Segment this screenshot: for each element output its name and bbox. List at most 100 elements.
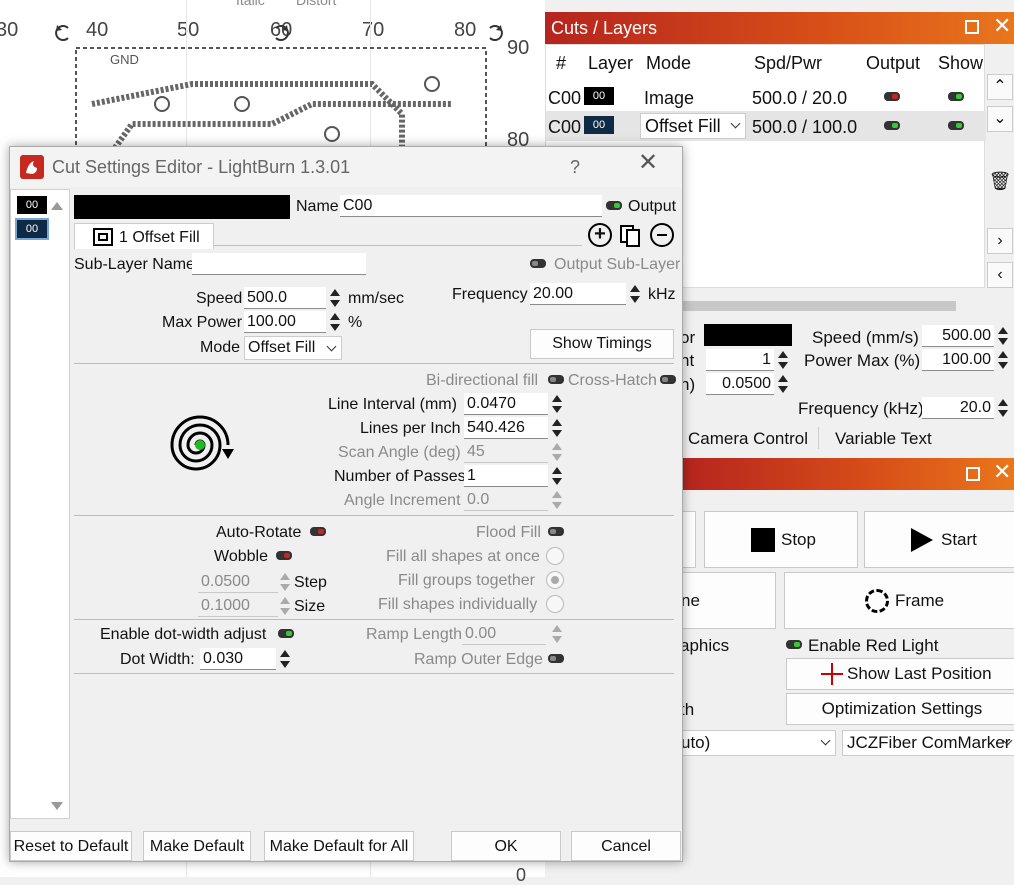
fill-individually-radio[interactable] [546, 595, 564, 613]
move-up-button[interactable]: ⌃ [987, 74, 1013, 100]
rotate-left-icon[interactable] [52, 22, 72, 44]
pass-count-field[interactable]: 1 [706, 349, 774, 371]
line-interval-field[interactable]: 0.0470 [464, 393, 548, 415]
row-show-toggle[interactable] [948, 121, 964, 130]
close-icon[interactable]: ✕ [993, 461, 1011, 483]
start-button[interactable]: Start [864, 511, 1014, 568]
bidirectional-fill-toggle[interactable] [548, 375, 564, 384]
cancel-button[interactable]: Cancel [571, 831, 681, 861]
device-select[interactable]: JCZFiber ComMarker [842, 730, 1014, 756]
tab-variable-text[interactable]: Variable Text [835, 429, 932, 449]
restore-icon[interactable] [965, 20, 979, 34]
ramp-length-field[interactable]: 0.00 [462, 623, 546, 645]
scan-angle-spinner[interactable] [550, 441, 564, 463]
size-field[interactable]: 0.1000 [198, 595, 278, 617]
line-interval-spinner[interactable] [550, 393, 564, 415]
chevron-left-icon[interactable]: ‹ [987, 262, 1013, 288]
output-sublayer-toggle[interactable] [530, 259, 546, 268]
help-button[interactable]: ? [570, 157, 580, 177]
rotate-right-icon[interactable] [486, 22, 506, 44]
col-output[interactable]: Output [866, 53, 920, 73]
power-max-field[interactable]: 100.00 [922, 349, 994, 371]
optimization-settings-button[interactable]: Optimization Settings [786, 693, 1014, 725]
cross-hatch-toggle[interactable] [660, 375, 676, 384]
table-row[interactable]: C00 00 Offset Fill 500.0 / 100.0 [546, 111, 986, 141]
row-show-toggle[interactable] [948, 92, 964, 101]
red-light-toggle[interactable] [786, 640, 802, 649]
max-power-spinner[interactable] [328, 311, 342, 333]
remove-sublayer-icon[interactable] [650, 223, 674, 247]
col-show[interactable]: Show [938, 53, 983, 73]
port-select[interactable]: uto) [676, 730, 836, 756]
speed-field[interactable]: 500.00 [922, 325, 994, 347]
col-num[interactable]: # [556, 53, 566, 73]
speed-field[interactable]: 500.0 [244, 287, 326, 309]
dot-width-spinner[interactable] [278, 648, 292, 670]
frequency-spinner[interactable] [628, 283, 642, 305]
list-item[interactable]: 00 [17, 196, 47, 214]
reset-to-default-button[interactable]: Reset to Default [10, 831, 132, 861]
show-last-position-button[interactable]: Show Last Position [786, 658, 1014, 690]
table-row[interactable]: C00 00 Image 500.0 / 20.0 [546, 83, 986, 111]
max-power-field[interactable]: 100.00 [244, 311, 326, 333]
frequency-field[interactable]: 20.0 [922, 397, 994, 419]
wobble-toggle[interactable] [276, 551, 292, 560]
ramp-outer-edge-toggle[interactable] [548, 654, 564, 663]
stop-button[interactable]: Stop [704, 511, 858, 568]
row-output-toggle[interactable] [884, 92, 900, 101]
interval-field[interactable]: 0.0500 [706, 373, 774, 395]
col-mode[interactable]: Mode [646, 53, 691, 73]
mode-select[interactable]: Offset Fill [244, 336, 342, 360]
restore-icon[interactable] [966, 467, 980, 481]
scroll-down-arrow[interactable] [51, 802, 63, 810]
add-sublayer-icon[interactable]: + [588, 223, 612, 247]
horizontal-scrollbar[interactable] [676, 301, 956, 311]
rotate-center-icon[interactable] [272, 22, 292, 44]
ramp-length-spinner[interactable] [550, 623, 564, 645]
speed-spinner[interactable] [328, 287, 342, 309]
output-toggle[interactable] [606, 201, 622, 210]
row-output-toggle[interactable] [884, 121, 900, 130]
angle-increment-spinner[interactable] [550, 489, 564, 511]
dot-width-field[interactable]: 0.030 [200, 648, 276, 670]
sublayer-name-field[interactable] [192, 253, 366, 275]
make-default-for-all-button[interactable]: Make Default for All [264, 831, 414, 861]
passes-spinner[interactable] [550, 465, 564, 487]
make-default-button[interactable]: Make Default [143, 831, 251, 861]
show-timings-button[interactable]: Show Timings [530, 329, 674, 359]
chevron-right-icon[interactable]: › [987, 228, 1013, 254]
frequency-field[interactable]: 20.00 [530, 283, 626, 305]
move-down-button[interactable]: ⌄ [987, 106, 1013, 132]
rubber-band-button-partial[interactable]: ne [676, 572, 776, 629]
fill-groups-radio[interactable] [546, 571, 564, 589]
col-layer[interactable]: Layer [588, 53, 633, 73]
lines-per-inch-field[interactable]: 540.426 [464, 417, 548, 439]
frequency-spinner[interactable] [996, 397, 1010, 419]
copy-sublayer-icon[interactable] [618, 223, 642, 247]
close-icon[interactable]: ✕ [638, 151, 658, 175]
col-spdpwr[interactable]: Spd/Pwr [754, 53, 822, 73]
flood-fill-toggle[interactable] [548, 527, 564, 536]
scroll-up-arrow[interactable] [51, 202, 63, 210]
ok-button[interactable]: OK [451, 831, 561, 861]
auto-rotate-toggle[interactable] [310, 527, 326, 536]
frame-button[interactable]: Frame [784, 572, 1014, 629]
interval-spinner[interactable] [776, 373, 790, 395]
step-field[interactable]: 0.0500 [198, 571, 278, 593]
layer-color-swatch[interactable] [704, 324, 792, 346]
row-mode-select[interactable]: Offset Fill [640, 113, 746, 139]
fill-all-radio[interactable] [546, 547, 564, 565]
name-field[interactable]: C00 [340, 195, 602, 217]
list-item[interactable]: 00 [15, 218, 49, 240]
lines-per-inch-spinner[interactable] [550, 417, 564, 439]
speed-spinner[interactable] [996, 325, 1010, 347]
layer-color-bar[interactable] [74, 195, 290, 219]
tab-camera-control[interactable]: Camera Control [688, 429, 808, 449]
close-icon[interactable]: ✕ [993, 15, 1011, 37]
trash-icon[interactable]: 🗑 [987, 168, 1013, 194]
power-max-spinner[interactable] [996, 349, 1010, 371]
sublayer-tab[interactable]: 1 Offset Fill [74, 223, 214, 249]
angle-increment-field[interactable]: 0.0 [464, 489, 548, 511]
passes-field[interactable]: 1 [464, 465, 548, 487]
dot-width-adjust-toggle[interactable] [278, 629, 294, 638]
